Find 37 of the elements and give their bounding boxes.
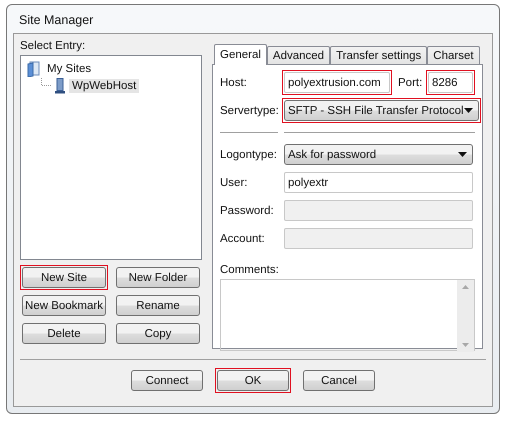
field-label: Port: [397,76,424,88]
tab[interactable]: Transfer settings [330,46,428,64]
dialog-button[interactable]: Connect [131,370,203,391]
tree-item[interactable]: WpWebHost [69,78,140,92]
scrollbar[interactable] [457,280,474,352]
input-field[interactable]: 8286 [428,72,473,93]
dialog-button[interactable]: Cancel [303,370,375,391]
entry-button[interactable]: New Folder [116,267,200,288]
field-label: Logontype: [220,148,278,160]
field-label: Account: [220,232,266,244]
section-label: Select Entry: [20,40,86,52]
folder-icon [27,60,41,76]
entry-button[interactable]: New Bookmark [22,295,106,316]
dropdown[interactable]: Ask for password [284,144,473,165]
server-icon [54,78,66,94]
field-label: Password: [220,204,275,216]
tab[interactable]: Charset [427,46,480,64]
entry-button[interactable]: Rename [116,295,200,316]
dropdown[interactable]: SFTP - SSH File Transfer Protocol [284,100,479,121]
tree-item[interactable]: My Sites [44,62,94,76]
comments-field[interactable] [220,279,475,351]
dropdown-arrow-icon [458,152,467,157]
dialog-button[interactable]: OK [217,370,289,391]
window-title: Site Manager [18,12,94,29]
field-label: Host: [220,76,248,88]
tree-connector [41,78,51,86]
entry-button[interactable]: Delete [22,323,106,344]
tab[interactable]: General [214,44,267,65]
entry-button[interactable]: Copy [116,323,200,344]
dropdown-arrow-icon [464,108,473,113]
entry-button[interactable]: New Site [22,267,106,288]
field-label: User: [220,176,248,188]
tab[interactable]: Advanced [266,46,330,64]
field-label: Servertype: [220,104,280,116]
field-label: Comments: [220,264,280,276]
input-field[interactable]: polyextrusion.com [284,72,390,93]
input-field[interactable]: polyextr [284,172,473,193]
